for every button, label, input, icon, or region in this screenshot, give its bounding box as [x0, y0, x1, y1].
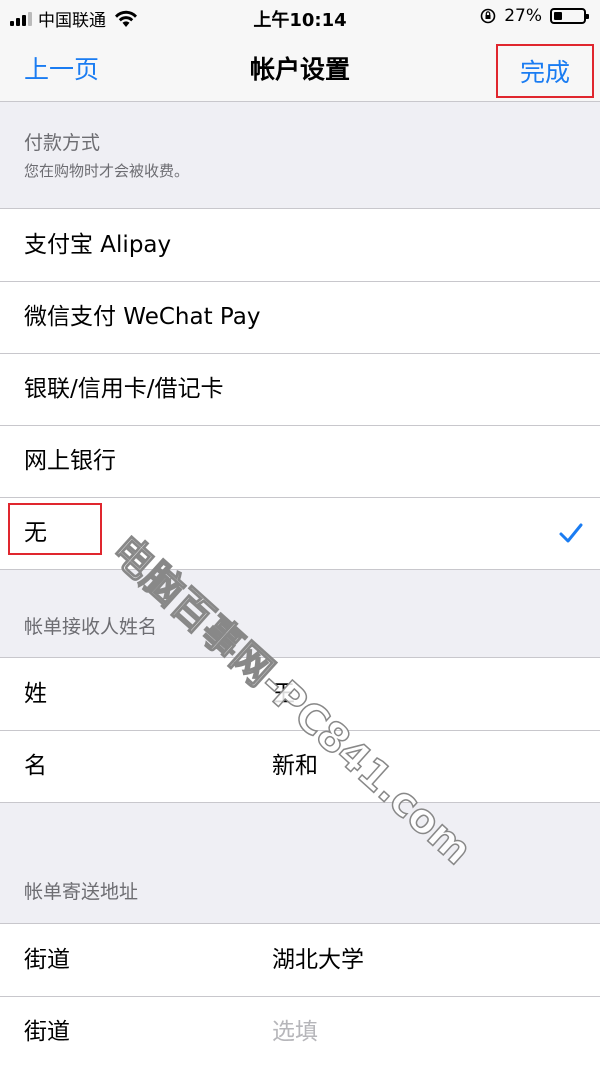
last-name-row[interactable]: 姓 王 [0, 658, 600, 730]
payment-option-online-banking[interactable]: 网上银行 [0, 425, 600, 497]
billing-name-group: 姓 王 名 新和 [0, 657, 600, 803]
billing-address-section-header: 帐单寄送地址 [24, 881, 139, 903]
billing-address-group: 街道 湖北大学 街道 选填 [0, 923, 600, 1068]
last-name-field[interactable]: 王 [272, 658, 295, 730]
payment-option-label: 无 [24, 520, 47, 546]
payment-option-alipay[interactable]: 支付宝 Alipay [0, 209, 600, 281]
checkmark-icon [559, 523, 583, 543]
navigation-bar: 上一页 帐户设置 完成 [0, 34, 600, 102]
payment-option-label: 银联/信用卡/借记卡 [24, 376, 224, 402]
payment-option-unionpay-card[interactable]: 银联/信用卡/借记卡 [0, 353, 600, 425]
street-label: 街道 [24, 947, 70, 973]
highlight-box [8, 503, 102, 555]
battery-percent: 27% [504, 6, 542, 26]
status-right: 27% [480, 6, 589, 26]
done-button[interactable]: 完成 [496, 44, 594, 98]
status-bar: 中国联通 上午10:14 27% [0, 0, 600, 34]
street2-label: 街道 [24, 1019, 70, 1045]
payment-option-label: 网上银行 [24, 448, 116, 474]
billing-name-section-header: 帐单接收人姓名 [24, 616, 158, 638]
back-button[interactable]: 上一页 [24, 50, 99, 86]
first-name-label: 名 [24, 753, 47, 779]
street2-field[interactable]: 选填 [272, 996, 318, 1068]
street2-row[interactable]: 街道 选填 [0, 996, 600, 1068]
payment-section-header: 付款方式 [24, 132, 101, 154]
payment-option-wechat[interactable]: 微信支付 WeChat Pay [0, 281, 600, 353]
first-name-field[interactable]: 新和 [272, 730, 318, 802]
battery-icon [550, 8, 589, 24]
first-name-row[interactable]: 名 新和 [0, 730, 600, 802]
street-field[interactable]: 湖北大学 [272, 924, 364, 996]
last-name-label: 姓 [24, 681, 47, 707]
rotation-lock-icon [480, 8, 496, 24]
street-row[interactable]: 街道 湖北大学 [0, 924, 600, 996]
done-button-label: 完成 [519, 58, 570, 87]
payment-options-group: 支付宝 Alipay 微信支付 WeChat Pay 银联/信用卡/借记卡 网上… [0, 208, 600, 570]
payment-option-none[interactable]: 无 [0, 497, 600, 569]
payment-option-label: 微信支付 WeChat Pay [24, 304, 261, 330]
payment-section-subheader: 您在购物时才会被收费。 [24, 162, 190, 180]
payment-option-label: 支付宝 Alipay [24, 232, 172, 258]
